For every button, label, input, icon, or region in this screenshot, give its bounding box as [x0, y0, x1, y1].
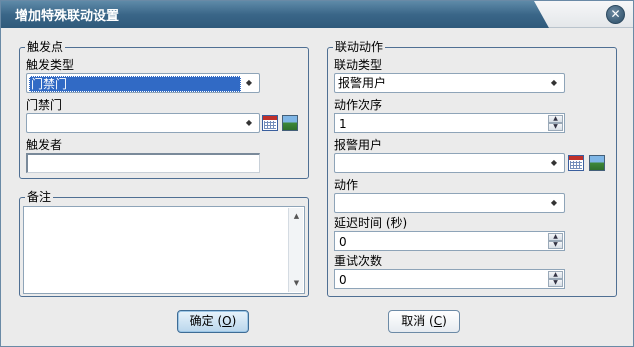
spin-down-icon[interactable]: ▼	[548, 241, 563, 249]
alarm-user-combo[interactable]: ◆	[334, 153, 565, 173]
spin-down-icon[interactable]: ▼	[548, 279, 563, 287]
spin-up-icon[interactable]: ▲	[548, 271, 563, 279]
retry-value: 0	[339, 273, 347, 287]
linkage-action-legend: 联动动作	[333, 40, 386, 54]
spin-up-icon[interactable]: ▲	[548, 233, 563, 241]
trigger-by-label: 触发者	[26, 138, 63, 152]
chevron-down-icon[interactable]: ◆	[548, 77, 560, 89]
ok-button-key: O	[222, 314, 232, 328]
action-order-label: 动作次序	[334, 98, 383, 112]
link-type-label: 联动类型	[334, 58, 383, 72]
delay-label: 延迟时间 (秒)	[334, 216, 408, 230]
ok-button-label: 确定 (	[189, 314, 223, 328]
chevron-down-icon[interactable]: ◆	[243, 77, 255, 89]
picture-icon[interactable]	[589, 155, 605, 171]
action-combo[interactable]: ◆	[334, 193, 565, 213]
title-bar: 增加特殊联动设置 ✕	[1, 1, 633, 28]
scroll-down-icon[interactable]: ▼	[290, 277, 303, 290]
action-order-value: 1	[339, 117, 347, 131]
spin-up-icon[interactable]: ▲	[548, 115, 563, 123]
chevron-down-icon[interactable]: ◆	[243, 117, 255, 129]
link-type-combo[interactable]: 报警用户 ◆	[334, 73, 565, 93]
trigger-type-combo[interactable]: 门禁门 ◆	[26, 73, 260, 93]
calendar-icon[interactable]	[262, 115, 278, 131]
notes-textarea[interactable]: ▲ ▼	[23, 206, 305, 294]
dialog-window: 增加特殊联动设置 ✕ 触发点 触发类型 门禁门 ◆ 门禁门 ◆ 触发者 备注 ▲…	[0, 0, 634, 347]
calendar-icon[interactable]	[568, 155, 584, 171]
spin-down-icon[interactable]: ▼	[548, 123, 563, 131]
chevron-down-icon[interactable]: ◆	[548, 157, 560, 169]
alarm-user-label: 报警用户	[334, 138, 383, 152]
notes-legend: 备注	[25, 190, 54, 204]
window-title: 增加特殊联动设置	[15, 9, 120, 24]
chevron-down-icon[interactable]: ◆	[548, 197, 560, 209]
delay-spinner[interactable]: 0 ▲ ▼	[334, 231, 565, 251]
trigger-type-label: 触发类型	[26, 58, 75, 72]
trigger-point-legend: 触发点	[25, 40, 66, 54]
delay-value: 0	[339, 235, 347, 249]
retry-label: 重试次数	[334, 254, 383, 268]
trigger-type-value: 门禁门	[29, 76, 241, 92]
scroll-up-icon[interactable]: ▲	[290, 210, 303, 223]
door-label: 门禁门	[26, 98, 63, 112]
notes-scrollbar[interactable]: ▲ ▼	[288, 208, 303, 292]
ok-button[interactable]: 确定 (O)	[177, 310, 249, 333]
door-combo[interactable]: ◆	[26, 113, 260, 133]
action-label: 动作	[334, 178, 359, 192]
close-icon[interactable]: ✕	[606, 5, 625, 24]
ok-button-tail: )	[231, 314, 237, 328]
trigger-by-field[interactable]	[26, 153, 260, 173]
link-type-value: 报警用户	[338, 76, 387, 90]
action-order-spinner[interactable]: 1 ▲ ▼	[334, 113, 565, 133]
picture-icon[interactable]	[282, 115, 298, 131]
cancel-button-key: C	[433, 314, 443, 328]
cancel-button[interactable]: 取消 (C)	[388, 310, 460, 333]
cancel-button-label: 取消 (	[401, 314, 434, 328]
retry-spinner[interactable]: 0 ▲ ▼	[334, 269, 565, 289]
cancel-button-tail: )	[442, 314, 447, 328]
